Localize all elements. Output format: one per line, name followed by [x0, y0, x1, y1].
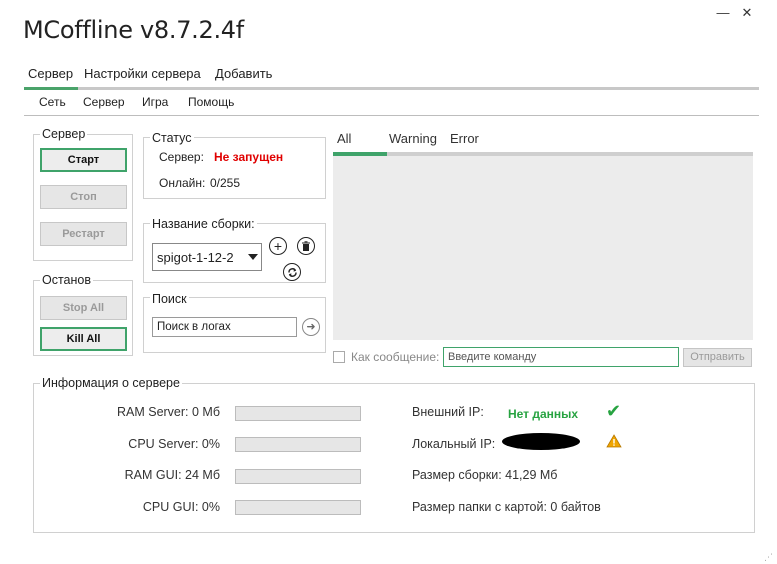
tab-error[interactable]: Error	[450, 131, 479, 146]
online-label: Онлайн:	[159, 176, 206, 190]
start-button[interactable]: Старт	[40, 148, 127, 172]
server-info-group: Информация о сервере RAM Server: 0 Мб CP…	[33, 376, 755, 533]
trash-icon[interactable]	[297, 237, 315, 255]
checkmark-icon: ✔	[606, 401, 622, 421]
cpu-server-label: CPU Server: 0%	[128, 437, 220, 451]
send-button[interactable]: Отправить	[683, 348, 752, 367]
status-group-title: Статус	[150, 131, 194, 145]
log-search-input[interactable]: Поиск в логах	[152, 317, 297, 337]
app-title: MCoffline v8.7.2.4f	[23, 16, 244, 44]
ram-gui-bar	[235, 469, 361, 484]
kill-all-button[interactable]: Kill All	[40, 327, 127, 351]
cpu-server-bar	[235, 437, 361, 452]
command-input[interactable]: Введите команду	[443, 347, 679, 367]
sub-menu-game[interactable]: Игра	[142, 95, 168, 109]
resize-grip-icon[interactable]: ⋰	[764, 552, 773, 563]
stop-group: Останов Stop All Kill All	[33, 273, 133, 356]
cpu-gui-label: CPU GUI: 0%	[142, 500, 220, 514]
online-value: 0/255	[210, 176, 241, 190]
external-ip-label: Внешний IP:	[412, 405, 484, 419]
top-menu: Сервер Настройки сервера Добавить	[24, 64, 759, 90]
tab-warning[interactable]: Warning	[389, 131, 437, 146]
top-menu-add[interactable]: Добавить	[215, 66, 272, 81]
refresh-icon[interactable]	[283, 263, 301, 281]
top-menu-server-settings[interactable]: Настройки сервера	[84, 66, 201, 81]
top-menu-active-indicator	[24, 87, 78, 90]
stop-all-button[interactable]: Stop All	[40, 296, 127, 320]
external-ip-value: Нет данных	[508, 407, 579, 421]
sub-menu: Сеть Сервер Игра Помощь	[24, 91, 759, 116]
sub-menu-server[interactable]: Сервер	[83, 95, 125, 109]
minimize-button[interactable]: —	[715, 6, 731, 20]
search-group-title: Поиск	[150, 292, 189, 306]
warning-icon	[606, 434, 622, 453]
server-control-group: Сервер Старт Стоп Рестарт	[33, 127, 133, 261]
arrow-right-icon[interactable]: ➜	[302, 318, 320, 336]
build-select-value: spigot-1-12-2	[157, 250, 234, 265]
build-group: Название сборки: spigot-1-12-2 +	[143, 217, 326, 283]
status-group: Статус Сервер: Не запущен Онлайн: 0/255	[143, 131, 326, 199]
local-ip-label: Локальный IP:	[412, 437, 496, 451]
as-message-checkbox[interactable]	[333, 351, 345, 363]
server-group-title: Сервер	[40, 127, 88, 141]
search-group: Поиск Поиск в логах ➜	[143, 292, 326, 353]
stop-button[interactable]: Стоп	[40, 185, 127, 209]
sub-menu-network[interactable]: Сеть	[39, 95, 66, 109]
redacted-local-ip	[502, 433, 580, 450]
as-message-label: Как сообщение:	[351, 350, 440, 364]
build-size-label: Размер сборки: 41,29 Мб	[412, 468, 558, 482]
build-select[interactable]: spigot-1-12-2	[152, 243, 262, 271]
close-button[interactable]: ✕	[739, 6, 755, 20]
cpu-gui-bar	[235, 500, 361, 515]
map-folder-size-label: Размер папки с картой: 0 байтов	[412, 500, 601, 514]
top-menu-server[interactable]: Сервер	[28, 66, 73, 81]
tab-all[interactable]: All	[337, 131, 351, 146]
sub-menu-help[interactable]: Помощь	[188, 95, 234, 109]
server-status-value: Не запущен	[214, 150, 284, 164]
server-info-title: Информация о сервере	[40, 376, 182, 390]
ram-server-bar	[235, 406, 361, 421]
ram-server-label: RAM Server: 0 Мб	[116, 405, 220, 419]
server-status-label: Сервер:	[159, 150, 204, 164]
chevron-down-icon	[248, 254, 258, 260]
log-output[interactable]	[333, 156, 753, 340]
add-icon[interactable]: +	[269, 237, 287, 255]
stop-group-title: Останов	[40, 273, 94, 287]
ram-gui-label: RAM GUI: 24 Мб	[124, 468, 220, 482]
restart-button[interactable]: Рестарт	[40, 222, 127, 246]
build-group-title: Название сборки:	[150, 217, 257, 231]
